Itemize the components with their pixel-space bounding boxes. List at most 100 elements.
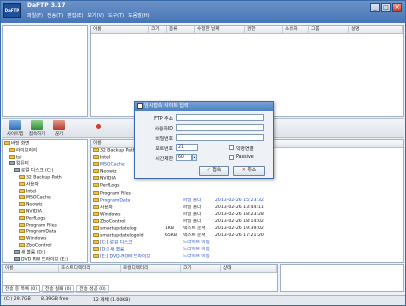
disconnect-button[interactable]: 끊기: [48, 120, 70, 137]
tree-item[interactable]: DVD RW 드라이브 (E:): [4, 256, 86, 263]
menu-view[interactable]: 보기(V): [87, 12, 104, 21]
quick-connect-dialog: 임시접속 사이트 입력 FTP 주소 사용자ID 비밀번호 포트번호 21 시간…: [134, 101, 274, 179]
folder-icon: [93, 211, 99, 216]
queue-col-local-dir[interactable]: 로컬디렉터리: [121, 265, 181, 272]
tree-item-label: DVD RW 드라이브 (E:): [21, 257, 69, 263]
local-tree: 바탕 화면 라이브러리 tsi 컴퓨터 로컬 디스크 (C:) 32 Backup Pat…: [3, 140, 87, 263]
file-row[interactable]: smartupdatelogold 65KB 텍스트 문서 2013-02-26 17…: [91, 233, 403, 240]
file-row[interactable]: ZboControl 파일 폴더 2013-02-26 18:14:02: [91, 218, 403, 226]
tab-transferring[interactable]: 전송 중 목록 (0): [2, 285, 41, 293]
remote-col-size[interactable]: 크기: [149, 26, 167, 33]
timeout-input[interactable]: 60: [176, 154, 192, 161]
tree-item[interactable]: 32 Backup Path: [4, 174, 86, 182]
connect-button[interactable]: 접속하기: [26, 120, 48, 137]
folder-icon: [93, 162, 99, 167]
menu-transfer[interactable]: 전송(T): [47, 12, 63, 21]
tab-failed[interactable]: 전송 실패 (0): [42, 285, 75, 293]
tree-item[interactable]: Windows: [4, 236, 86, 243]
ftp-address-input[interactable]: [176, 114, 264, 121]
remote-col-group[interactable]: 그룹: [309, 26, 349, 33]
file-date: 2013-02-26 18:23:28: [215, 211, 264, 217]
tree-item[interactable]: Intel: [4, 188, 86, 196]
tree-item[interactable]: 사용자: [4, 181, 86, 189]
minimize-button[interactable]: _: [370, 3, 380, 12]
status-drive: (C:) 29.7GB: [4, 297, 31, 302]
tree-item-label: tsi: [16, 155, 22, 161]
folder-icon: [93, 226, 99, 231]
tree-item[interactable]: 로컬 디스크 (C:): [4, 168, 86, 175]
folder-icon: [93, 240, 99, 245]
remote-col-name[interactable]: 이름: [91, 26, 149, 33]
file-date: 2013-02-26 15:23:32: [215, 197, 264, 203]
local-tree-pane[interactable]: 바탕 화면 라이브러리 tsi 컴퓨터 로컬 디스크 (C:) 32 Backup Pat…: [2, 139, 88, 263]
file-size: 1KB: [165, 226, 175, 232]
tree-item-label: MSOCache: [26, 195, 51, 201]
port-input[interactable]: 21: [176, 144, 198, 151]
remote-col-type[interactable]: 종류: [167, 26, 195, 33]
remote-col-desc[interactable]: 설명: [349, 26, 403, 33]
tree-item[interactable]: Program Files: [4, 222, 86, 230]
timeout-spinner[interactable]: ▴: [192, 154, 197, 161]
tree-item[interactable]: NVIDIA: [4, 208, 86, 216]
tree-item[interactable]: PerfLogs: [4, 215, 86, 223]
tree-item[interactable]: ZboControl: [4, 242, 86, 250]
password-input[interactable]: [176, 134, 264, 141]
file-row[interactable]: Program Files: [91, 190, 403, 198]
queue-col-host-dir[interactable]: 호스트디렉터리: [59, 265, 121, 272]
remote-col-owner[interactable]: 소유자: [283, 26, 309, 33]
status-free: 8.39GB free: [41, 297, 69, 302]
file-row[interactable]: [D:] 새 볼륨 드라이브 이동: [91, 247, 403, 254]
file-row[interactable]: 사용자 파일 폴더 2013-02-26 13:44:11: [91, 204, 403, 212]
tree-item[interactable]: ProgramData: [4, 229, 86, 236]
connect-ok-button[interactable]: ✓ 접속: [199, 166, 229, 176]
queue-col-name[interactable]: 이름: [3, 265, 59, 272]
tree-item-label: 32 Backup Path: [26, 175, 62, 181]
tree-item[interactable]: Neowiz: [4, 202, 86, 209]
folder-icon: [93, 190, 99, 195]
tree-item[interactable]: tsi: [4, 154, 86, 162]
menu-edit[interactable]: 편집(E): [67, 12, 83, 21]
user-id-input[interactable]: [176, 124, 264, 131]
remote-tree-pane[interactable]: [2, 25, 88, 117]
tree-item[interactable]: 라이브러리: [4, 147, 86, 155]
menu-tools[interactable]: 도구(T): [108, 12, 124, 21]
folder-icon: [19, 215, 25, 220]
file-row[interactable]: [C:] 로컬 디스크 드라이브 이동: [91, 240, 403, 247]
file-size: 65KB: [165, 233, 178, 239]
site-map-button[interactable]: 사이트맵: [4, 120, 26, 137]
menu-file[interactable]: 파일(F): [27, 12, 43, 21]
file-row[interactable]: PerfLogs: [91, 183, 403, 190]
close-button[interactable]: ×: [392, 3, 402, 12]
file-row[interactable]: [E:] DVD-ROM 드라이브 드라이브 이동: [91, 254, 403, 261]
passive-checkbox[interactable]: [229, 155, 234, 160]
queue-col-status[interactable]: 상태: [221, 265, 277, 272]
folder-icon: [19, 181, 25, 186]
file-size: [163, 254, 181, 261]
file-row[interactable]: ProgramData 파일 폴더 2013-02-26 15:23:32: [91, 197, 403, 205]
file-row[interactable]: Windows 파일 폴더 2013-02-26 18:23:28: [91, 211, 403, 219]
status-bar: (C:) 29.7GB 8.39GB free 12 개체 (1.00KB): [1, 295, 405, 305]
tree-item[interactable]: 컴퓨터: [4, 161, 86, 168]
tree-item[interactable]: MSOCache: [4, 195, 86, 202]
menu-help[interactable]: 도움말(H): [128, 12, 149, 21]
file-size: [163, 191, 181, 198]
remote-col-date[interactable]: 수정한 날짜: [195, 26, 245, 33]
log-pane[interactable]: [280, 264, 404, 292]
remote-col-perm[interactable]: 권한: [245, 26, 283, 33]
file-name-cell: ZboControl: [91, 218, 163, 226]
tree-item[interactable]: 새 볼륨 (D:): [4, 249, 86, 257]
cancel-button[interactable]: ✕ 취소: [233, 166, 265, 176]
tab-success[interactable]: 전송 성공 (0): [76, 285, 109, 293]
file-size: [163, 212, 181, 219]
tree-item[interactable]: 바탕 화면: [4, 141, 86, 148]
file-type: 파일 폴더: [183, 218, 202, 224]
stop-icon[interactable]: [96, 124, 101, 129]
file-row[interactable]: smartupdatelog 1KB 텍스트 문서 2013-02-26 19:39:…: [91, 226, 403, 233]
maximize-button[interactable]: □: [381, 3, 391, 12]
queue-col-size[interactable]: 크기: [181, 265, 221, 272]
file-name: Intel: [100, 155, 111, 161]
tree-item-label: Program Files: [26, 223, 57, 229]
anonymous-checkbox[interactable]: [229, 145, 234, 150]
file-name: PerfLogs: [100, 183, 120, 189]
folder-icon: [19, 222, 25, 227]
